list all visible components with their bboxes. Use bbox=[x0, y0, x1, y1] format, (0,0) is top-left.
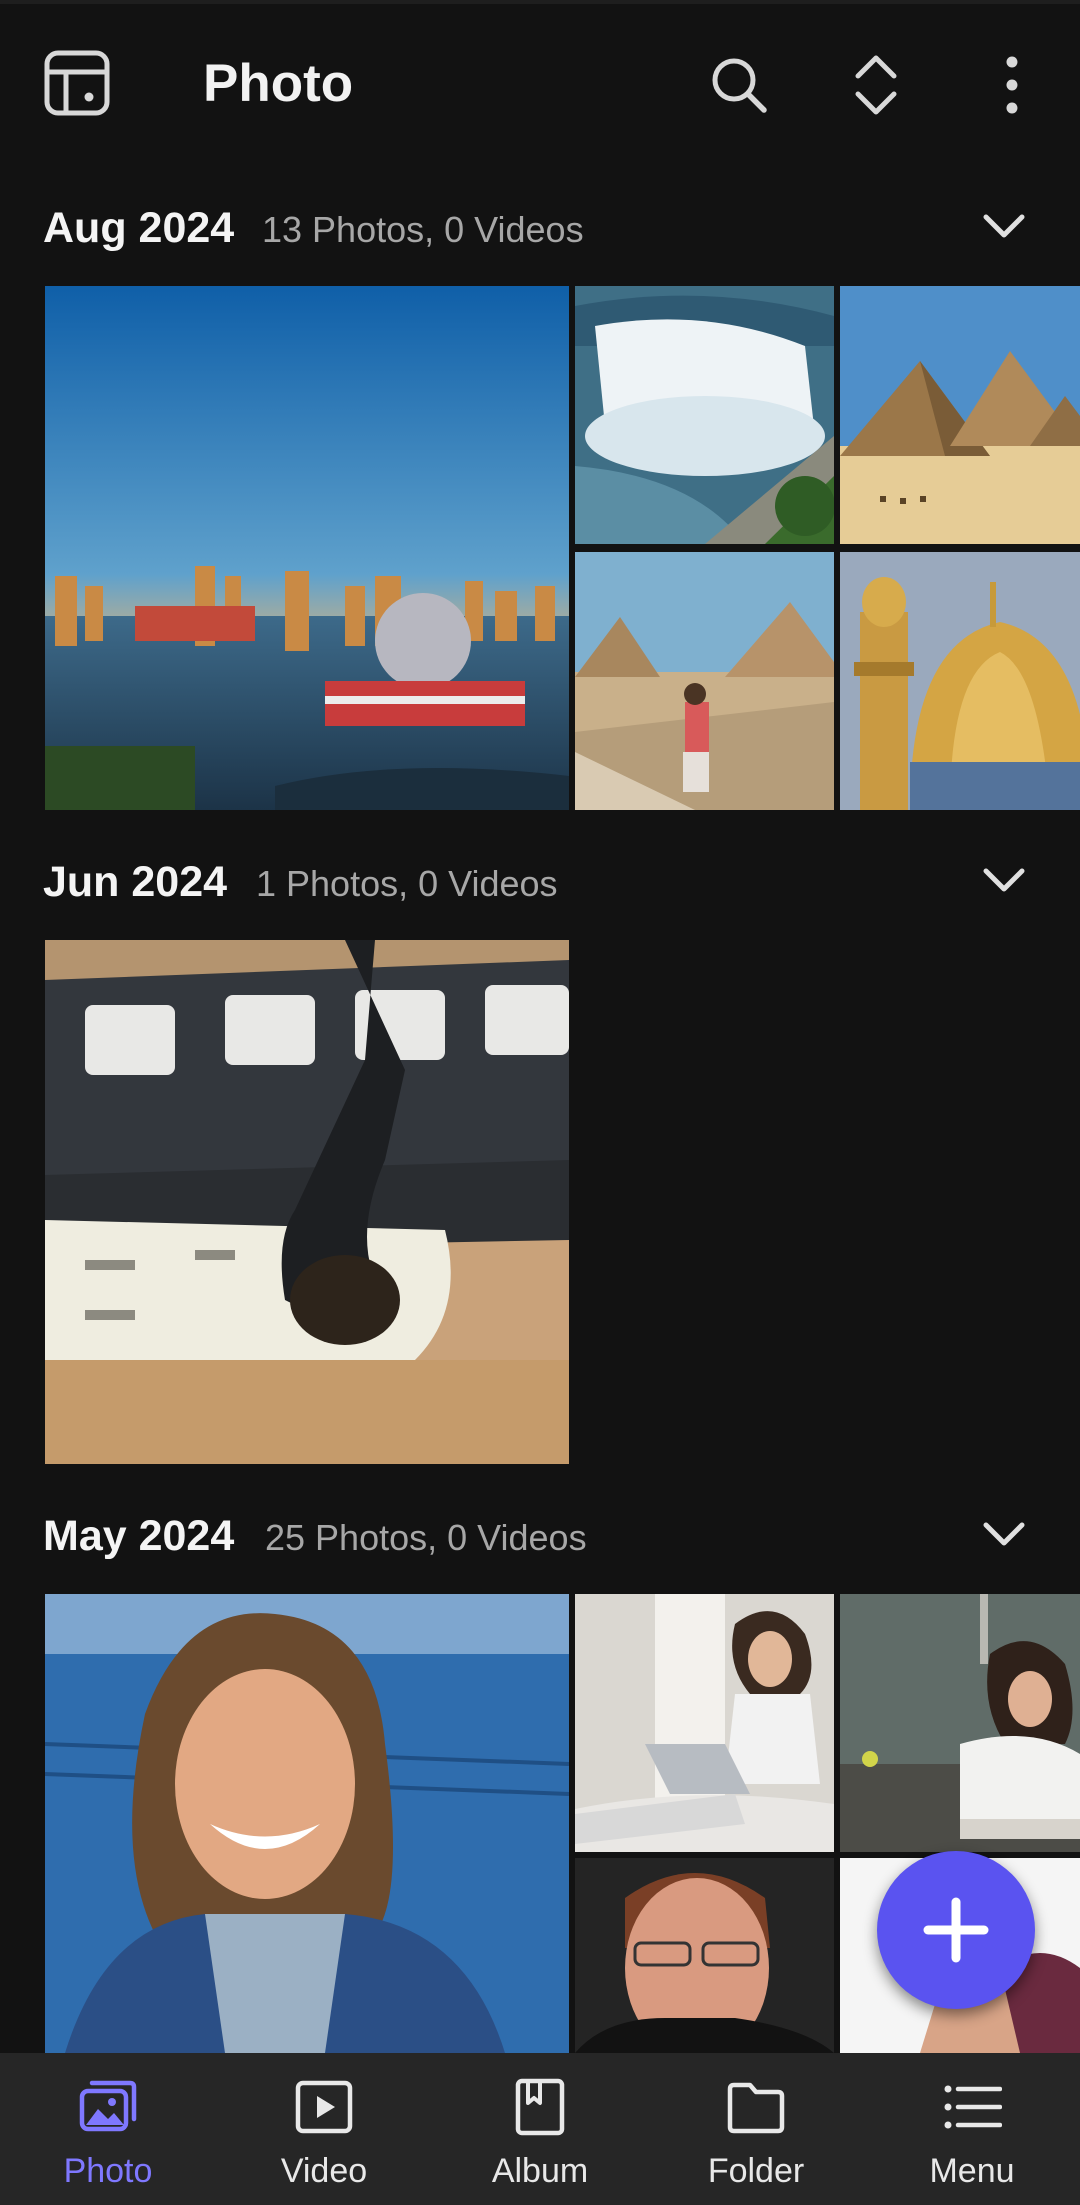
section-header-may-2024: May 2024 25 Photos, 0 Videos bbox=[0, 1493, 1080, 1573]
page-title: Photo bbox=[203, 54, 354, 113]
photo-icon bbox=[78, 2077, 138, 2137]
section-header-jun-2024: Jun 2024 1 Photos, 0 Videos bbox=[0, 839, 1080, 919]
photo-thumbnail-waterfall[interactable] bbox=[575, 286, 834, 544]
photo-thumbnail-tourist-pyramids[interactable] bbox=[575, 552, 834, 810]
section-counts: 25 Photos, 0 Videos bbox=[265, 1517, 587, 1558]
top-app-bar: Photo bbox=[0, 4, 1080, 164]
section-counts: 13 Photos, 0 Videos bbox=[262, 209, 584, 250]
video-icon bbox=[294, 2077, 354, 2137]
photo-thumbnail-woman-writing[interactable] bbox=[840, 1594, 1080, 1852]
section-month: Aug 2024 bbox=[43, 204, 235, 252]
album-icon bbox=[510, 2077, 570, 2137]
bottom-navigation: Photo Video Album Folder Menu bbox=[0, 2053, 1080, 2205]
search-icon[interactable] bbox=[708, 54, 770, 116]
nav-item-folder[interactable]: Folder bbox=[648, 2053, 864, 2205]
nav-label: Photo bbox=[63, 2152, 153, 2190]
section-month: May 2024 bbox=[43, 1512, 235, 1560]
menu-icon bbox=[942, 2077, 1003, 2137]
photo-thumbnail-smiling-woman[interactable] bbox=[45, 1594, 569, 2053]
nav-item-menu[interactable]: Menu bbox=[864, 2053, 1080, 2205]
layout-icon[interactable] bbox=[42, 48, 112, 118]
chevron-down-icon[interactable] bbox=[980, 209, 1028, 245]
nav-label: Album bbox=[491, 2152, 589, 2190]
photo-thumbnail-pyramids[interactable] bbox=[840, 286, 1080, 544]
photo-thumbnail-woman-laptop[interactable] bbox=[575, 1594, 834, 1852]
chevron-down-icon[interactable] bbox=[980, 1517, 1028, 1553]
nav-label: Folder bbox=[707, 2152, 805, 2190]
plus-icon bbox=[923, 1897, 989, 1963]
nav-label: Video bbox=[280, 2152, 368, 2190]
add-fab-button[interactable] bbox=[877, 1851, 1035, 2009]
chevron-down-icon[interactable] bbox=[980, 863, 1028, 899]
folder-icon bbox=[726, 2077, 786, 2137]
photo-thumbnail-man-glasses[interactable] bbox=[575, 1858, 834, 2053]
section-month: Jun 2024 bbox=[43, 858, 228, 906]
nav-item-album[interactable]: Album bbox=[432, 2053, 648, 2205]
more-vertical-icon[interactable] bbox=[992, 52, 1032, 118]
section-header-aug-2024: Aug 2024 13 Photos, 0 Videos bbox=[0, 185, 1080, 265]
photo-thumbnail-city-skyline[interactable] bbox=[45, 286, 569, 810]
section-counts: 1 Photos, 0 Videos bbox=[256, 863, 558, 904]
photo-thumbnail-golden-dome[interactable] bbox=[840, 552, 1080, 810]
nav-item-photo[interactable]: Photo bbox=[0, 2053, 216, 2205]
photo-thumbnail-burnt-power-strip[interactable] bbox=[45, 940, 569, 1464]
nav-label: Menu bbox=[929, 2152, 1015, 2190]
nav-item-video[interactable]: Video bbox=[216, 2053, 432, 2205]
sort-expand-icon[interactable] bbox=[850, 52, 902, 118]
